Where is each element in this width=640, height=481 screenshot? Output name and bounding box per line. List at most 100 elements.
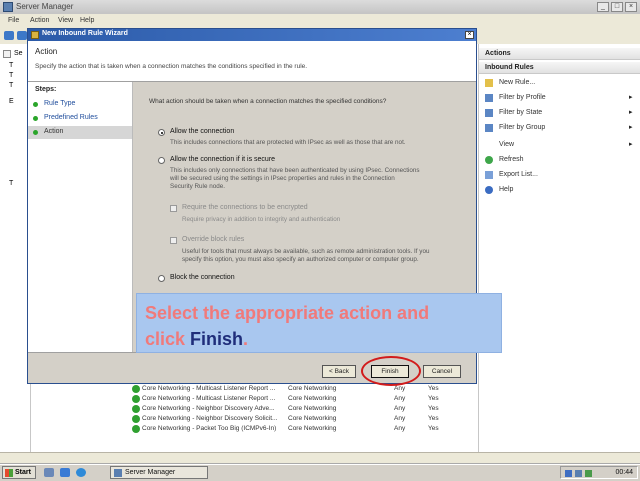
table-row[interactable]: Core Networking - Packet Too Big (ICMPv6… — [128, 424, 478, 434]
table-row[interactable]: Core Networking - Neighbor Discovery Sol… — [128, 414, 478, 424]
taskbar-server-manager[interactable]: Server Manager — [110, 466, 208, 479]
step-action[interactable]: Action — [28, 126, 132, 139]
new-rule-icon — [485, 79, 493, 87]
action-filter-by-state[interactable]: Filter by State ▸ — [479, 106, 640, 121]
override-block-rules-label[interactable]: Override block rules — [182, 236, 244, 243]
maximize-button[interactable]: □ — [611, 2, 623, 12]
menu-action[interactable]: Action — [30, 17, 49, 24]
override-block-rules-desc-1: Useful for tools that must always be ava… — [182, 248, 430, 255]
window-title: Server Manager — [16, 2, 74, 11]
enabled-check-icon — [132, 405, 140, 413]
menu-file[interactable]: File — [8, 17, 19, 24]
forward-icon[interactable] — [17, 31, 27, 40]
require-encryption-desc: Require privacy in addition to integrity… — [182, 216, 341, 223]
tree-node-label[interactable]: T — [9, 82, 13, 89]
action-refresh[interactable]: Refresh — [479, 153, 640, 168]
filter-icon — [485, 109, 493, 117]
action-view[interactable]: View ▸ — [479, 138, 640, 153]
help-icon — [485, 186, 493, 194]
server-manager-launch-icon[interactable] — [60, 468, 70, 477]
allow-connection-desc: This includes connections that are prote… — [170, 139, 406, 146]
callout-text: click — [145, 329, 191, 349]
wizard-steps-panel: Steps: Rule Type Predefined Rules Action — [28, 82, 133, 352]
allow-if-secure-label[interactable]: Allow the connection if it is secure — [170, 156, 275, 163]
filter-icon — [485, 124, 493, 132]
tree-node-label[interactable]: Se — [14, 50, 23, 57]
enabled-check-icon — [132, 425, 140, 433]
server-tray-icon[interactable] — [575, 470, 582, 477]
override-block-rules-checkbox[interactable] — [170, 237, 177, 244]
tree-node-icon[interactable] — [3, 50, 11, 58]
override-block-rules-desc-2: specify this option, you must also speci… — [182, 256, 419, 263]
callout-text: . — [243, 329, 249, 349]
tree-node-label[interactable]: T — [9, 62, 13, 69]
table-row[interactable]: Core Networking - Neighbor Discovery Adv… — [128, 404, 478, 414]
menu-bar: File Action View Help — [0, 14, 640, 29]
action-filter-by-profile[interactable]: Filter by Profile ▸ — [479, 91, 640, 106]
taskbar: Start Server Manager 00:44 — [0, 464, 640, 481]
cancel-button[interactable]: Cancel — [423, 365, 461, 378]
windows-logo-icon — [5, 469, 13, 477]
close-button[interactable]: × — [625, 2, 637, 12]
allow-if-secure-desc-2: will be secured using the settings in IP… — [170, 175, 395, 182]
export-icon — [485, 171, 493, 179]
action-help[interactable]: Help — [479, 183, 640, 198]
block-connection-label[interactable]: Block the connection — [170, 274, 235, 281]
submenu-arrow-icon: ▸ — [629, 109, 633, 116]
step-complete-icon — [33, 116, 38, 121]
back-button[interactable]: < Back — [322, 365, 356, 378]
actions-pane: Actions Inbound Rules New Rule... Filter… — [478, 44, 640, 452]
step-predefined-rules[interactable]: Predefined Rules — [28, 112, 132, 125]
wizard-page-description: Specify the action that is taken when a … — [35, 63, 308, 70]
block-connection-radio[interactable] — [158, 275, 165, 282]
rules-list: Core Networking - Multicast Listener Rep… — [128, 384, 478, 452]
allow-connection-label[interactable]: Allow the connection — [170, 128, 234, 135]
submenu-arrow-icon: ▸ — [629, 94, 633, 101]
require-encryption-label[interactable]: Require the connections to be encrypted — [182, 204, 308, 211]
network-icon[interactable] — [565, 470, 572, 477]
volume-icon[interactable] — [585, 470, 592, 477]
enabled-check-icon — [132, 415, 140, 423]
server-manager-icon — [3, 2, 13, 12]
back-icon[interactable] — [4, 31, 14, 40]
actions-section-inbound-rules[interactable]: Inbound Rules — [479, 62, 640, 74]
system-tray: 00:44 — [560, 466, 638, 479]
enabled-check-icon — [132, 385, 140, 393]
menu-help[interactable]: Help — [80, 17, 94, 24]
allow-if-secure-desc-3: Security Rule node. — [170, 183, 225, 190]
internet-explorer-icon[interactable] — [76, 468, 86, 477]
callout-line-1: Select the appropriate action and — [145, 303, 430, 323]
refresh-icon — [485, 156, 493, 164]
enabled-check-icon — [132, 395, 140, 403]
callout-emphasis: Finish — [190, 329, 244, 349]
action-question: What action should be taken when a conne… — [149, 98, 387, 105]
submenu-arrow-icon: ▸ — [629, 124, 633, 131]
table-row[interactable]: Core Networking - Multicast Listener Rep… — [128, 394, 478, 404]
clock: 00:44 — [615, 469, 633, 476]
table-row[interactable]: Core Networking - Multicast Listener Rep… — [128, 384, 478, 394]
tree-node-label[interactable]: T — [9, 72, 13, 79]
wizard-close-button[interactable]: × — [465, 31, 474, 39]
wizard-titlebar: New Inbound Rule Wizard — [28, 29, 476, 41]
tree-node-label[interactable]: E — [9, 98, 14, 105]
wizard-icon — [31, 31, 39, 39]
action-new-rule[interactable]: New Rule... — [479, 76, 640, 91]
callout-line-2: click Finish. — [145, 329, 248, 350]
wizard-title: New Inbound Rule Wizard — [42, 30, 128, 37]
step-rule-type[interactable]: Rule Type — [28, 98, 132, 111]
start-button[interactable]: Start — [2, 466, 36, 479]
menu-view[interactable]: View — [58, 17, 73, 24]
action-filter-by-group[interactable]: Filter by Group ▸ — [479, 121, 640, 136]
server-manager-titlebar: Server Manager _ □ × — [0, 0, 640, 15]
actions-header: Actions — [479, 48, 640, 60]
allow-connection-radio[interactable] — [158, 129, 165, 136]
minimize-button[interactable]: _ — [597, 2, 609, 12]
allow-if-secure-desc-1: This includes only connections that have… — [170, 167, 420, 174]
require-encryption-checkbox[interactable] — [170, 205, 177, 212]
finish-highlight-ring — [361, 356, 421, 386]
show-desktop-icon[interactable] — [44, 468, 54, 477]
filter-icon — [485, 94, 493, 102]
action-export-list[interactable]: Export List... — [479, 168, 640, 183]
tree-node-label[interactable]: T — [9, 180, 13, 187]
allow-if-secure-radio[interactable] — [158, 157, 165, 164]
